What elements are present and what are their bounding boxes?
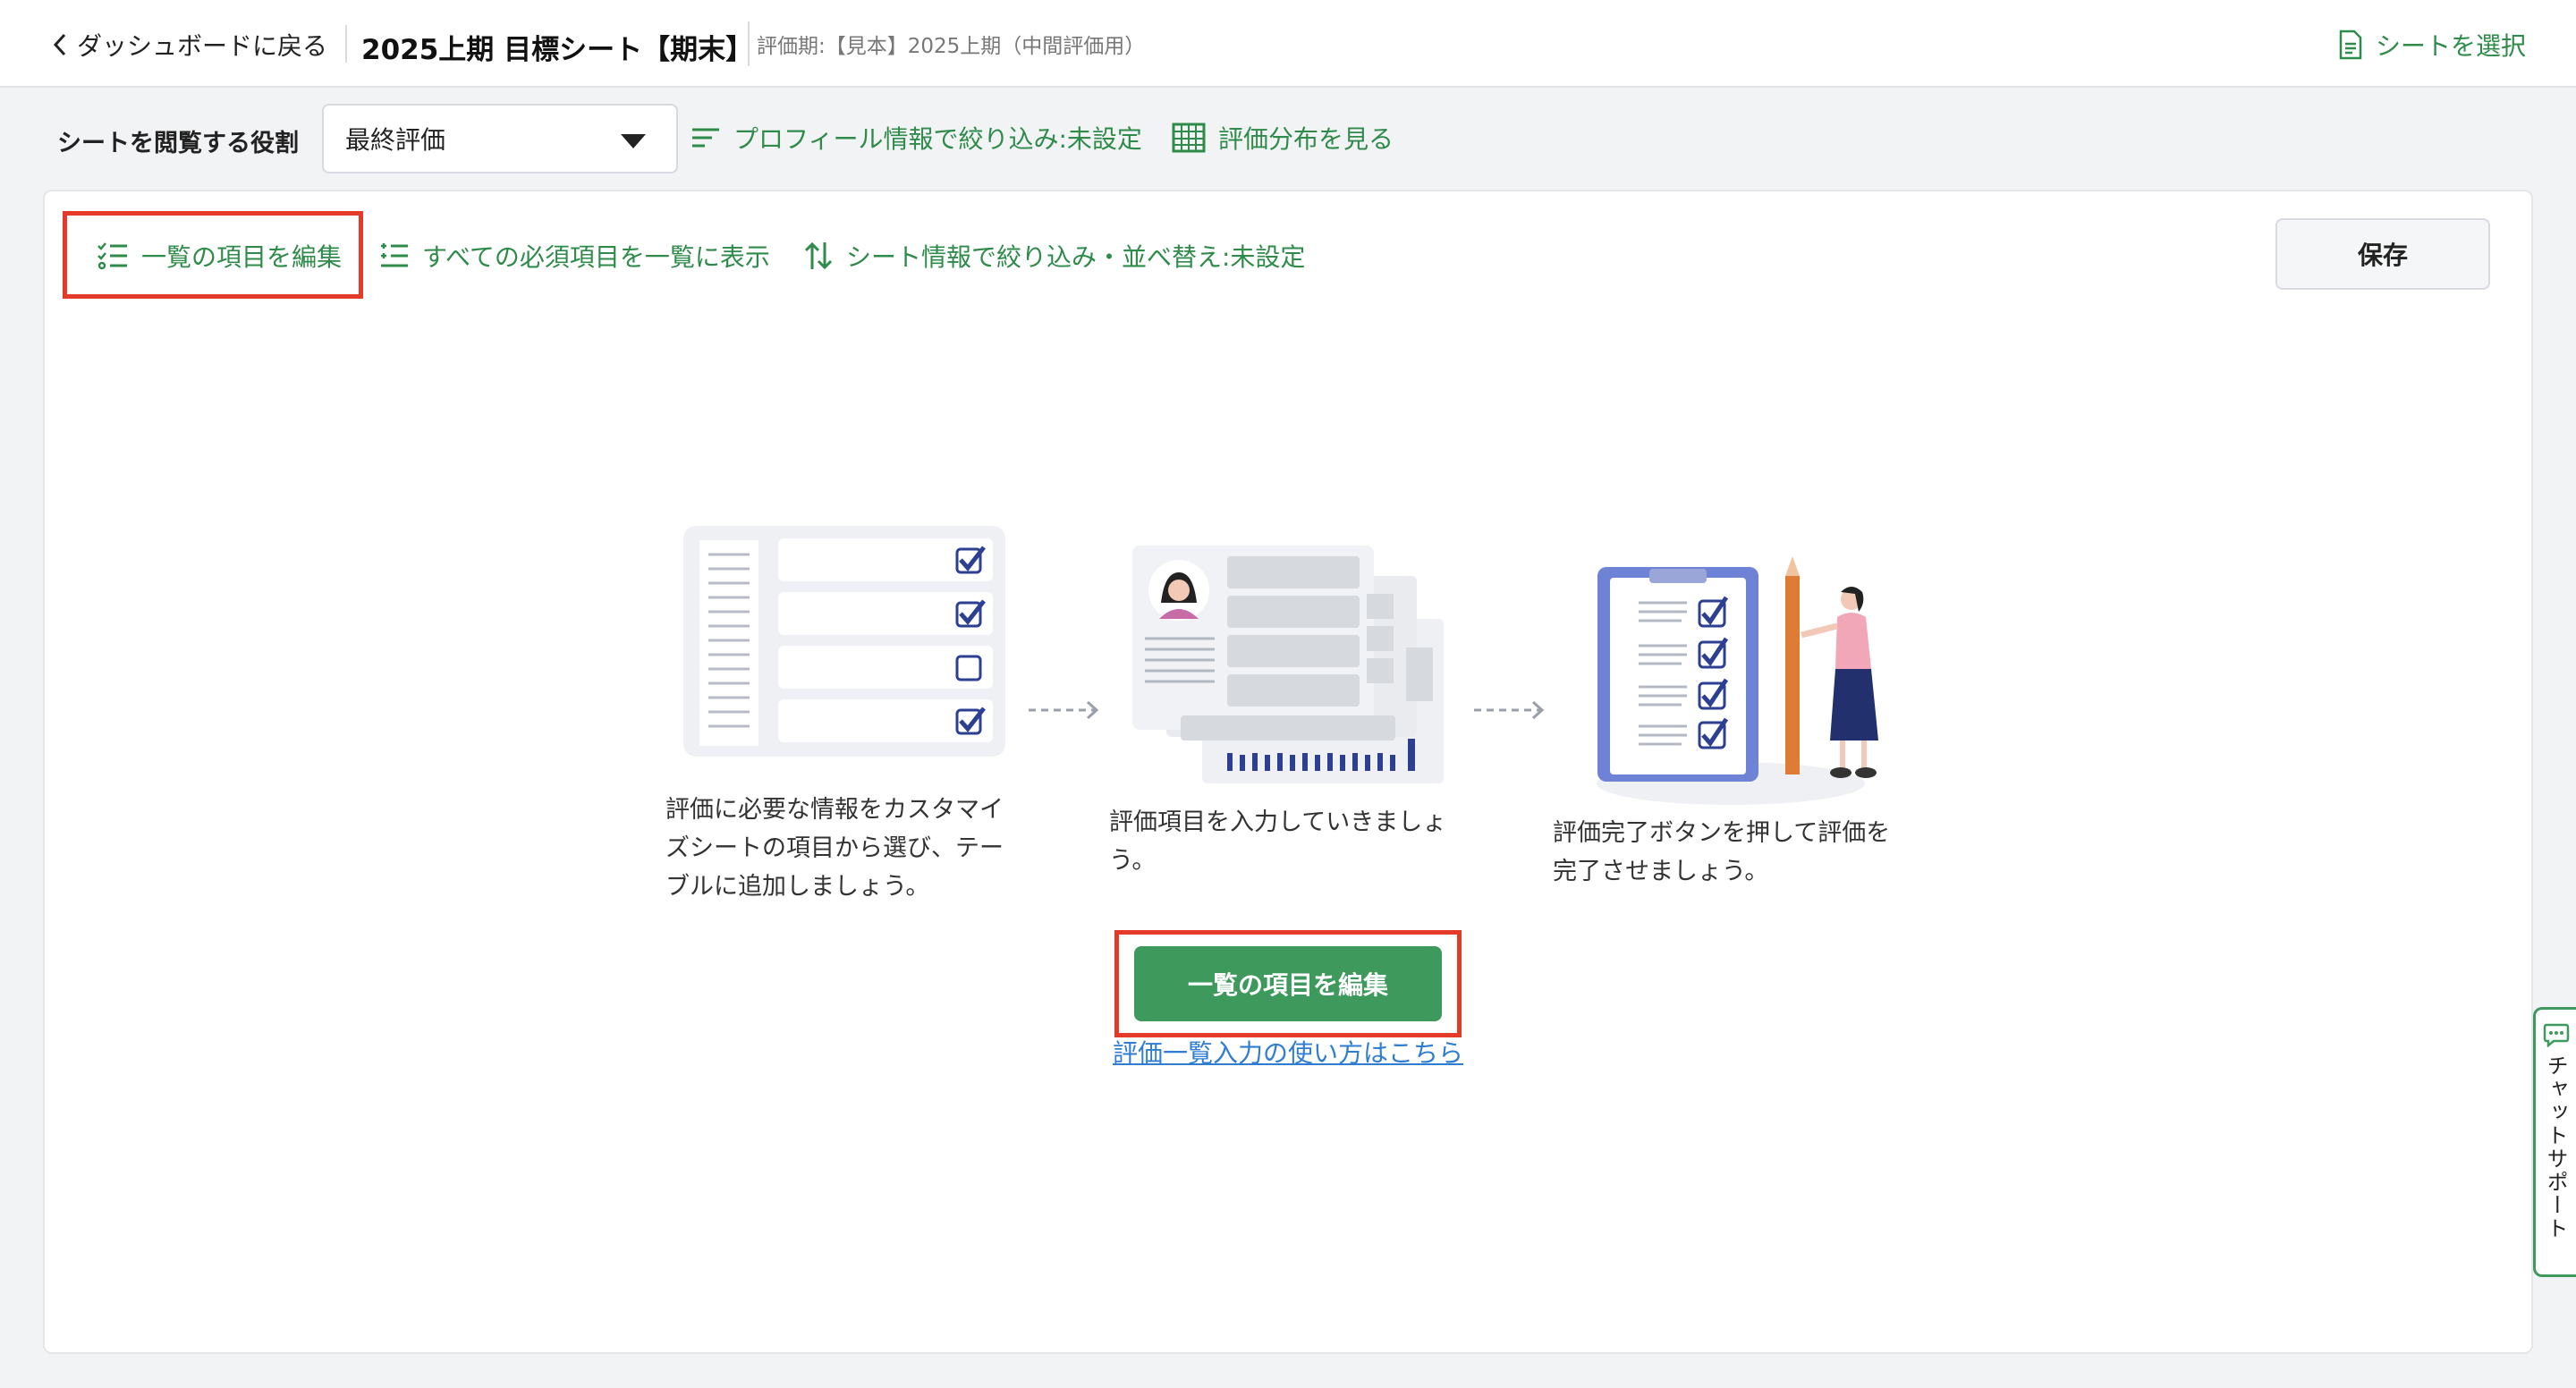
input-items-illustration [1132,546,1444,783]
filter-lines-icon [692,128,719,148]
step-2-line-2: う。 [1109,847,1157,875]
role-label: シートを閲覧する役割 [57,130,299,157]
page-title: 2025上期 目標シート【期末】 [361,34,754,66]
edit-items-link[interactable]: 一覧の項目を編集 [97,238,342,274]
help-link[interactable]: 評価一覧入力の使い方はこちら [1113,1034,1463,1070]
chat-bubble-icon [2543,1023,2569,1047]
step-3-line-2: 完了させましょう。 [1553,858,1769,885]
evaluation-period: 評価期:【見本】2025上期（中間評価用） [748,21,1145,66]
grid-table-icon [1172,123,1206,153]
list-required-icon [381,243,408,267]
arrow-right-icon [1029,700,1099,720]
step-2-line-1: 評価項目を入力していきましょ [1109,808,1447,836]
checklist-icon [97,242,127,270]
arrow-right-icon [1474,700,1545,720]
step-3-line-1: 評価完了ボタンを押して評価を [1553,819,1891,847]
header-divider [345,25,347,63]
back-to-dashboard-link[interactable]: ダッシュボードに戻る [50,25,327,64]
step-1-line-3: ブルに追加しましょう。 [665,873,930,901]
step-3-text: 評価完了ボタンを押して評価を 完了させましょう。 [1553,814,1890,891]
select-sheet-label: シートを選択 [2375,31,2526,61]
select-sheet-button[interactable]: シートを選択 [2338,25,2526,64]
step-1-line-2: ズシートの項目から選び、テー [665,834,1004,862]
role-select[interactable]: 最終評価 [322,104,678,174]
step-1-line-1: 評価に必要な情報をカスタマイ [665,796,1004,824]
sort-arrows-icon [804,241,833,270]
show-required-link[interactable]: すべての必須項目を一覧に表示 [379,238,770,274]
sheet-filter-link[interactable]: シート情報で絞り込み・並べ替え:未設定 [803,238,1305,274]
chat-support-tab[interactable]: チャットサポート [2533,1007,2576,1277]
top-bar: ダッシュボードに戻る 2025上期 目標シート【期末】 評価期:【見本】2025… [0,0,2576,88]
distribution-label: 評価分布を見る [1218,124,1394,154]
back-label: ダッシュボードに戻る [77,31,328,61]
document-icon [2339,30,2362,60]
role-select-value: 最終評価 [345,125,446,155]
complete-evaluation-illustration [1597,556,1878,805]
save-button[interactable]: 保存 [2275,218,2490,290]
caret-down-icon [621,134,646,148]
profile-filter-label: プロフィール情報で絞り込み:未設定 [733,124,1142,154]
edit-items-label: 一覧の項目を編集 [141,242,343,272]
step-1-text: 評価に必要な情報をカスタマイ ズシートの項目から選び、テー ブルに追加しましょう… [665,791,1004,906]
show-required-label: すべての必須項目を一覧に表示 [422,242,770,272]
edit-items-button[interactable]: 一覧の項目を編集 [1134,946,1442,1021]
chat-support-label: チャットサポート [2543,1054,2568,1240]
customize-items-illustration [683,526,1005,757]
step-2-text: 評価項目を入力していきましょ う。 [1109,803,1446,880]
profile-filter-link[interactable]: プロフィール情報で絞り込み:未設定 [691,120,1142,156]
sheet-filter-label: シート情報で絞り込み・並べ替え:未設定 [846,242,1306,272]
distribution-link[interactable]: 評価分布を見る [1172,120,1394,156]
chevron-left-icon [53,33,66,56]
